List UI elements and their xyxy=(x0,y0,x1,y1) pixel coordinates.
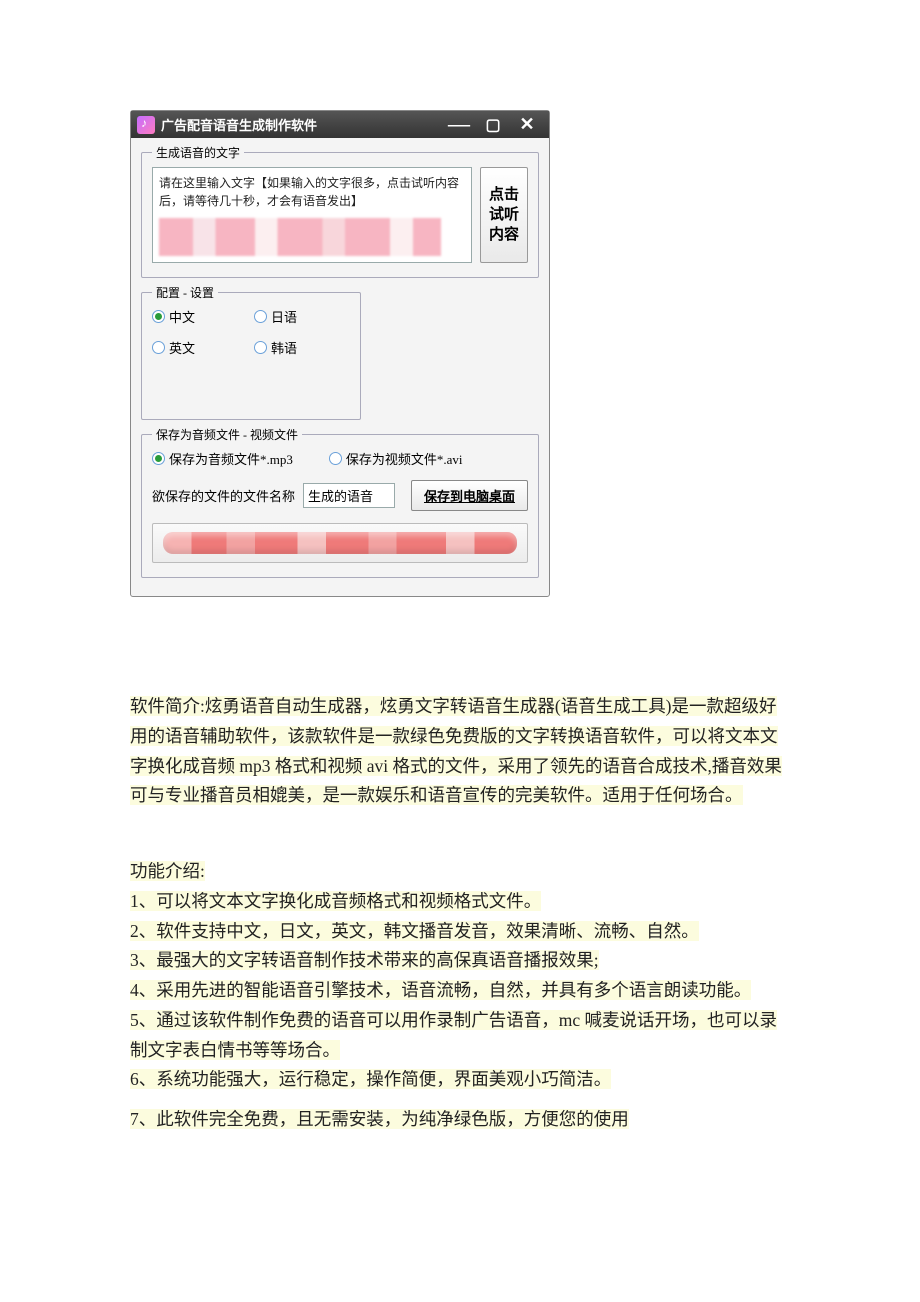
feature-5: 5、通过该软件制作免费的语音可以用作录制广告语音，mc 喊麦说话开场，也可以录制… xyxy=(130,1010,777,1060)
feature-3: 3、最强大的文字转语音制作技术带来的高保真语音播报效果; xyxy=(130,950,599,970)
radio-avi[interactable]: 保存为视频文件*.avi xyxy=(329,449,463,468)
window-title: 广告配音语音生成制作软件 xyxy=(161,115,317,134)
config-fieldset: 配置 - 设置 中文 日语 英文 韩语 xyxy=(141,292,361,420)
radio-icon xyxy=(254,310,267,323)
feature-2: 2、软件支持中文，日文，英文，韩文播音发音，效果清晰、流畅、自然。 xyxy=(130,921,699,941)
radio-label: 保存为视频文件*.avi xyxy=(346,449,463,468)
titlebar: 广告配音语音生成制作软件 — ▢ ✕ xyxy=(131,111,549,138)
radio-japanese[interactable]: 日语 xyxy=(254,307,350,326)
radio-korean[interactable]: 韩语 xyxy=(254,338,350,357)
save-legend: 保存为音频文件 - 视频文件 xyxy=(152,426,302,443)
features-title: 功能介绍: xyxy=(130,861,205,881)
radio-label: 韩语 xyxy=(271,338,297,357)
progress-bar xyxy=(152,523,528,563)
radio-icon xyxy=(152,452,165,465)
save-fieldset: 保存为音频文件 - 视频文件 保存为音频文件*.mp3 保存为视频文件*.avi… xyxy=(141,434,539,578)
feature-1: 1、可以将文本文字换化成音频格式和视频格式文件。 xyxy=(130,891,541,911)
generate-text-fieldset: 生成语音的文字 请在这里输入文字【如果输入的文字很多，点击试听内容后，请等待几十… xyxy=(141,152,539,278)
window-body: 生成语音的文字 请在这里输入文字【如果输入的文字很多，点击试听内容后，请等待几十… xyxy=(131,138,549,596)
text-input[interactable]: 请在这里输入文字【如果输入的文字很多，点击试听内容后，请等待几十秒，才会有语音发… xyxy=(152,167,472,263)
preview-button-label: 点击试听内容 xyxy=(483,185,525,246)
close-button[interactable]: ✕ xyxy=(515,116,539,134)
titlebar-left: 广告配音语音生成制作软件 xyxy=(137,115,317,134)
preview-button[interactable]: 点击试听内容 xyxy=(480,167,528,263)
radio-icon xyxy=(152,341,165,354)
radio-mp3[interactable]: 保存为音频文件*.mp3 xyxy=(152,449,293,468)
save-format-row: 保存为音频文件*.mp3 保存为视频文件*.avi xyxy=(152,449,528,468)
text-input-placeholder: 请在这里输入文字【如果输入的文字很多，点击试听内容后，请等待几十秒，才会有语音发… xyxy=(159,174,465,210)
feature-6: 6、系统功能强大，运行稳定，操作简便，界面美观小巧简洁。 xyxy=(130,1069,611,1089)
language-radio-group: 中文 日语 英文 韩语 xyxy=(152,307,350,357)
minimize-button[interactable]: — xyxy=(447,116,471,134)
intro-paragraph: 软件简介:炫勇语音自动生成器，炫勇文字转语音生成器(语音生成工具)是一款超级好用… xyxy=(130,696,782,805)
app-window: 广告配音语音生成制作软件 — ▢ ✕ 生成语音的文字 请在这里输入文字【如果输入… xyxy=(130,110,550,597)
radio-label: 日语 xyxy=(271,307,297,326)
radio-chinese[interactable]: 中文 xyxy=(152,307,248,326)
radio-english[interactable]: 英文 xyxy=(152,338,248,357)
radio-label: 保存为音频文件*.mp3 xyxy=(169,449,293,468)
filename-value: 生成的语音 xyxy=(308,489,373,504)
filename-label: 欲保存的文件的文件名称 xyxy=(152,486,295,505)
article: 软件简介:炫勇语音自动生成器，炫勇文字转语音生成器(语音生成工具)是一款超级好用… xyxy=(130,692,790,1135)
generate-legend: 生成语音的文字 xyxy=(152,144,244,161)
censored-area xyxy=(159,218,441,256)
maximize-button[interactable]: ▢ xyxy=(481,116,505,134)
app-icon xyxy=(137,116,155,134)
feature-7: 7、此软件完全免费，且无需安装，为纯净绿色版，方便您的使用 xyxy=(130,1109,629,1129)
radio-icon xyxy=(329,452,342,465)
radio-label: 中文 xyxy=(169,307,195,326)
window-controls: — ▢ ✕ xyxy=(447,116,543,134)
feature-4: 4、采用先进的智能语音引擎技术，语音流畅，自然，并具有多个语言朗读功能。 xyxy=(130,980,751,1000)
save-desktop-button[interactable]: 保存到电脑桌面 xyxy=(411,480,528,511)
radio-label: 英文 xyxy=(169,338,195,357)
generate-row: 请在这里输入文字【如果输入的文字很多，点击试听内容后，请等待几十秒，才会有语音发… xyxy=(152,167,528,263)
save-filename-row: 欲保存的文件的文件名称 生成的语音 保存到电脑桌面 xyxy=(152,480,528,511)
progress-fill xyxy=(163,532,517,554)
radio-icon xyxy=(254,341,267,354)
config-legend: 配置 - 设置 xyxy=(152,284,218,301)
save-desktop-label: 保存到电脑桌面 xyxy=(424,489,515,504)
filename-input[interactable]: 生成的语音 xyxy=(303,483,395,508)
radio-icon xyxy=(152,310,165,323)
